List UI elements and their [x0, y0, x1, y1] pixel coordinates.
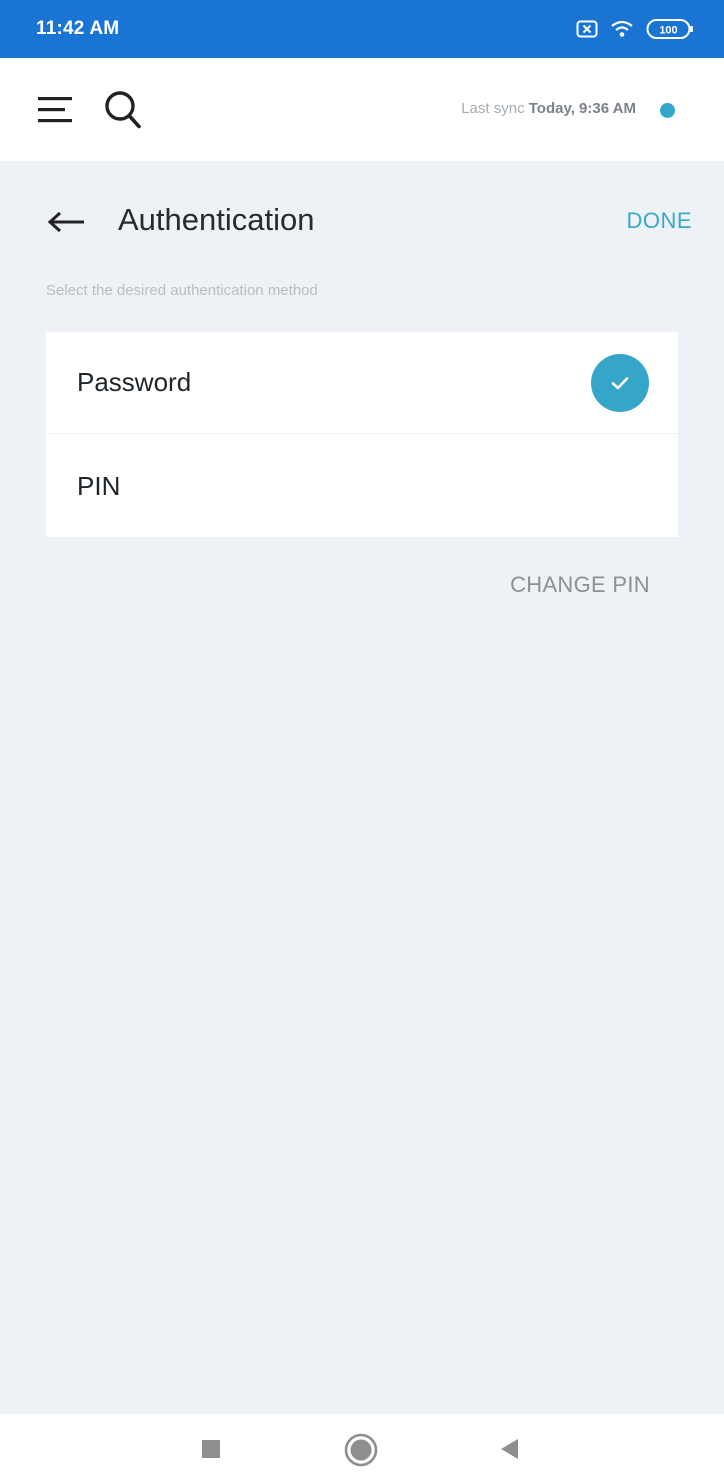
subtitle: Select the desired authentication method	[46, 282, 318, 299]
search-icon[interactable]	[103, 89, 143, 136]
last-sync-value: Today, 9:36 AM	[528, 100, 636, 117]
sync-status-dot	[660, 103, 675, 118]
menu-icon[interactable]	[38, 94, 76, 131]
status-bar: 11:42 AM 100	[0, 0, 724, 58]
back-triangle-icon[interactable]	[498, 1437, 520, 1466]
option-pin[interactable]: PIN	[46, 435, 678, 537]
navigation-bar	[0, 1414, 724, 1473]
wifi-icon	[610, 20, 634, 38]
home-circle-icon[interactable]	[343, 1432, 379, 1473]
status-time: 11:42 AM	[36, 18, 120, 39]
option-label: PIN	[77, 470, 121, 501]
last-sync-text: Last sync Today, 9:36 AM	[461, 100, 636, 117]
app-bar: Last sync Today, 9:36 AM	[0, 58, 724, 161]
check-icon	[591, 354, 649, 412]
change-pin-button[interactable]: CHANGE PIN	[510, 572, 650, 598]
done-button[interactable]: DONE	[626, 208, 692, 234]
option-label: Password	[77, 367, 192, 397]
battery-level: 100	[659, 25, 677, 37]
recents-square-icon[interactable]	[202, 1440, 220, 1458]
option-password[interactable]: Password	[46, 332, 678, 434]
battery-icon: 100	[646, 18, 694, 40]
last-sync-label: Last sync	[461, 100, 525, 117]
status-icons: 100	[576, 18, 694, 40]
screen: 11:42 AM 100 Last sync Today, 9:36 AM Au…	[0, 0, 724, 1473]
page-title: Authentication	[118, 202, 315, 237]
notification-x-icon	[576, 20, 598, 38]
auth-options-list: Password PIN	[46, 332, 678, 537]
back-arrow-icon[interactable]	[47, 210, 86, 239]
